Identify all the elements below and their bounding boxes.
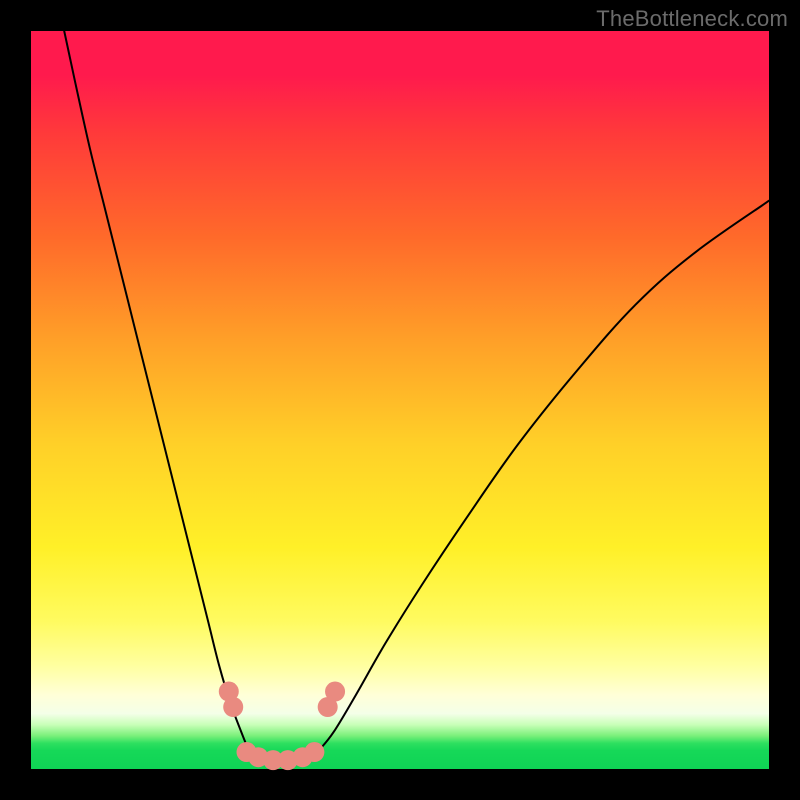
marker-right-cluster-upper-2: [325, 682, 345, 702]
marker-floor-6: [304, 742, 324, 762]
chart-frame: TheBottleneck.com: [0, 0, 800, 800]
chart-lines-layer: [64, 31, 769, 761]
series-left-branch: [64, 31, 249, 751]
chart-svg: [31, 31, 769, 769]
chart-markers-layer: [219, 682, 345, 771]
series-right-branch: [319, 201, 769, 751]
watermark-text: TheBottleneck.com: [596, 6, 788, 32]
marker-left-cluster-upper-2: [223, 697, 243, 717]
